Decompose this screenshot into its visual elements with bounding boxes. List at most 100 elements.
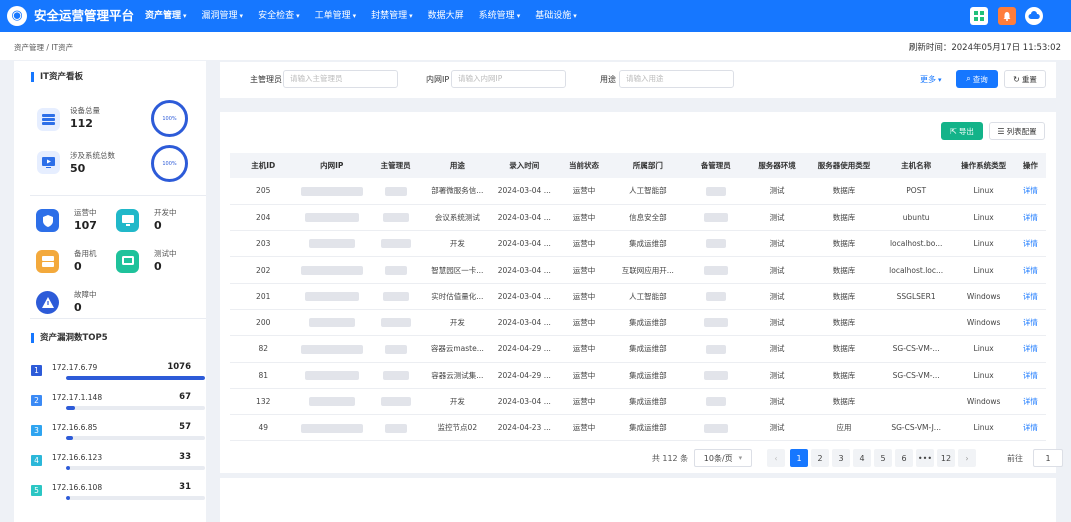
masked-cell: [367, 388, 425, 416]
search-button[interactable]: ⌕ 查询: [956, 70, 998, 88]
redacted-value: [382, 370, 409, 380]
page-button[interactable]: 12: [937, 449, 955, 467]
column-header[interactable]: 主机ID: [230, 153, 297, 178]
menu-item[interactable]: 漏洞管理 ▾: [202, 0, 244, 32]
progress-track: [66, 406, 205, 410]
reset-button[interactable]: ↻ 重置: [1004, 70, 1046, 88]
redacted-value: [304, 292, 359, 302]
redacted-value: [380, 318, 411, 328]
page-size-select[interactable]: 10条/页 ▾: [694, 449, 752, 467]
redacted-value: [308, 239, 355, 249]
table-cell: 2024-03-04 ...: [490, 256, 559, 284]
table-row[interactable]: 82 容器云maste... 2024-04-29 ... 运营中 集成运维部 测试 数据库…: [230, 335, 1046, 363]
redacted-value: [380, 397, 411, 407]
page-button[interactable]: 6: [895, 449, 913, 467]
redacted-value: [300, 265, 363, 275]
owner-input[interactable]: 请输入主管理员: [283, 70, 398, 88]
details-link[interactable]: 详情: [1023, 397, 1038, 406]
more-toggle[interactable]: 更多 ▾: [920, 74, 942, 85]
table-row[interactable]: 132 开发 2024-03-04 ... 运营中 集成运维部 测试 数据库 Windows 详…: [230, 388, 1046, 416]
masked-cell: [296, 204, 368, 232]
next-page-button[interactable]: ›: [958, 449, 976, 467]
menu-item-label: 工单管理: [314, 11, 351, 21]
column-header[interactable]: 操作: [1014, 153, 1046, 178]
table-cell: 集成运维部: [609, 230, 686, 258]
masked-cell: [685, 335, 746, 363]
column-header[interactable]: 主管理员: [367, 153, 425, 178]
table-cell: 202: [230, 256, 297, 284]
redacted-value: [384, 423, 407, 433]
bell-icon[interactable]: [998, 7, 1016, 25]
page-button[interactable]: 2: [811, 449, 829, 467]
export-button[interactable]: ⇱ 导出: [941, 122, 983, 140]
menu-item[interactable]: 工单管理 ▾: [315, 0, 357, 32]
table-cell: 132: [230, 388, 297, 416]
menu-item[interactable]: 安全检查 ▾: [258, 0, 300, 32]
ip-input[interactable]: 请输入内网IP: [451, 70, 566, 88]
menu-item[interactable]: 基础设施 ▾: [535, 0, 577, 32]
masked-cell: [296, 335, 368, 363]
details-link[interactable]: 详情: [1023, 186, 1038, 195]
column-header[interactable]: 备管理员: [685, 153, 746, 178]
top5-ip: 172.16.6.108: [52, 483, 103, 492]
column-config-button[interactable]: ☰ 列表配置: [989, 122, 1045, 140]
masked-cell: [367, 309, 425, 337]
table-cell: 开发: [424, 388, 491, 416]
table-row[interactable]: 204 会议系统测试 2024-03-04 ... 运营中 信息安全部 测试 数据库 ubun…: [230, 204, 1046, 232]
column-header[interactable]: 所属部门: [609, 153, 686, 178]
details-link[interactable]: 详情: [1023, 318, 1038, 327]
page-button[interactable]: 5: [874, 449, 892, 467]
column-header[interactable]: 操作系统类型: [952, 153, 1015, 178]
top5-count: 1076: [167, 362, 191, 372]
table-cell: 运营中: [558, 204, 610, 232]
purpose-input[interactable]: 请输入用途: [619, 70, 734, 88]
table-row[interactable]: 49 监控节点02 2024-04-23 ... 运营中 集成运维部 测试 应用 SG-CS-…: [230, 414, 1046, 442]
status-value: 0: [74, 260, 82, 273]
shield-logo-icon[interactable]: ◉: [7, 6, 27, 26]
warning-icon: [36, 291, 59, 314]
column-header[interactable]: 用途: [424, 153, 491, 178]
status-value: 107: [74, 219, 97, 232]
table-cell: 运营中: [558, 256, 610, 284]
details-link[interactable]: 详情: [1023, 292, 1038, 301]
menu-item[interactable]: 数据大屏: [428, 0, 464, 32]
table-cell: Windows: [952, 309, 1015, 337]
details-link[interactable]: 详情: [1023, 371, 1038, 380]
top5-title: 资产漏洞数TOP5: [31, 333, 108, 343]
table-row[interactable]: 201 实时估值量化... 2024-03-04 ... 运营中 人工智能部 测试 数据库 S…: [230, 283, 1046, 310]
column-header[interactable]: 当前状态: [558, 153, 610, 178]
masked-cell: [685, 204, 746, 232]
shield-icon: [36, 209, 59, 232]
details-link[interactable]: 详情: [1023, 423, 1038, 432]
column-header[interactable]: 主机名称: [879, 153, 953, 178]
cloud-icon[interactable]: [1025, 7, 1043, 25]
apps-icon[interactable]: [970, 7, 988, 25]
column-header[interactable]: 录入时间: [490, 153, 559, 178]
status-label: 故障中: [74, 290, 97, 299]
menu-item[interactable]: 系统管理 ▾: [479, 0, 521, 32]
page-button[interactable]: 4: [853, 449, 871, 467]
menu-item[interactable]: 资产管理 ▾: [145, 0, 187, 32]
page-button[interactable]: 1: [790, 449, 808, 467]
details-link[interactable]: 详情: [1023, 266, 1038, 275]
column-header[interactable]: 服务器环境: [745, 153, 809, 178]
table-cell: 2024-03-04 ...: [490, 230, 559, 258]
table-row[interactable]: 81 容器云测试集... 2024-04-29 ... 运营中 集成运维部 测试 数据库 SG…: [230, 362, 1046, 389]
chevron-down-icon: ▾: [296, 12, 300, 20]
redacted-value: [705, 344, 726, 354]
column-header[interactable]: 服务器使用类型: [808, 153, 880, 178]
table-cell: 集成运维部: [609, 414, 686, 442]
details-link[interactable]: 详情: [1023, 239, 1038, 248]
prev-page-button[interactable]: ‹: [767, 449, 785, 467]
table-row[interactable]: 205 部署微服务信... 2024-03-04 ... 运营中 人工智能部 测试 数据库 P…: [230, 178, 1046, 205]
table-row[interactable]: 202 智慧园区一卡... 2024-03-04 ... 运营中 互联网应用开... 测试…: [230, 256, 1046, 284]
details-link[interactable]: 详情: [1023, 344, 1038, 353]
table-row[interactable]: 200 开发 2024-03-04 ... 运营中 集成运维部 测试 数据库 Windows 详…: [230, 309, 1046, 337]
column-header[interactable]: 内网IP: [296, 153, 368, 178]
page-button[interactable]: •••: [916, 449, 934, 467]
goto-input[interactable]: 1: [1033, 449, 1063, 467]
menu-item[interactable]: 封禁管理 ▾: [371, 0, 413, 32]
table-row[interactable]: 203 开发 2024-03-04 ... 运营中 集成运维部 测试 数据库 localhos…: [230, 230, 1046, 258]
details-link[interactable]: 详情: [1023, 213, 1038, 222]
page-button[interactable]: 3: [832, 449, 850, 467]
